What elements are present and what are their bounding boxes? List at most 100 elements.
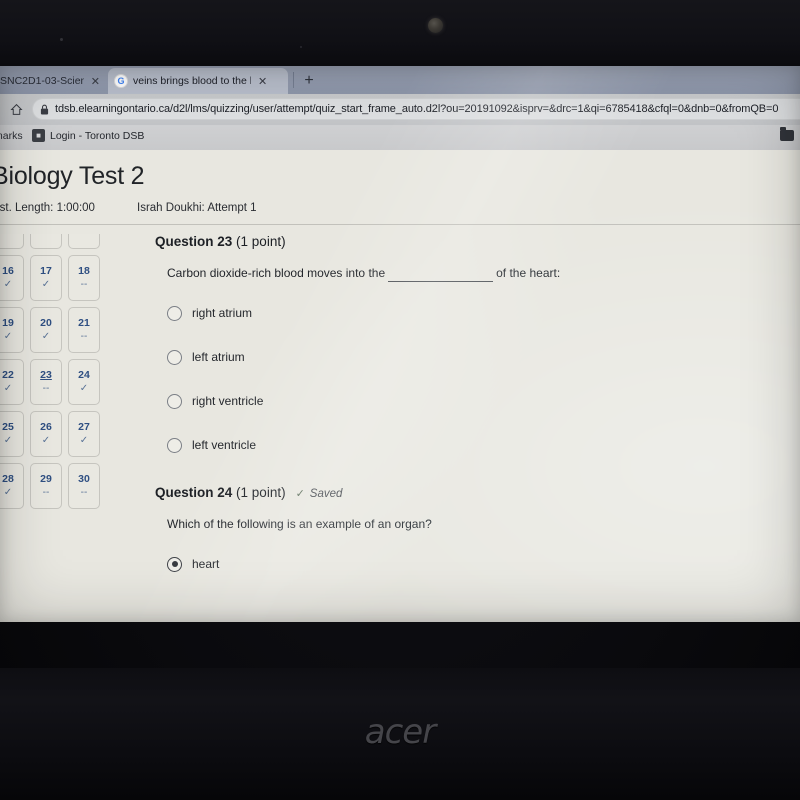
question-grid-row [0,234,102,249]
webcam-lens [428,18,443,33]
browser-tab-active[interactable]: G veins brings blood to the heart w ✕ [108,68,288,94]
question-status: ✓ [41,278,51,290]
question-cell-16[interactable]: 16 ✓ [0,255,24,301]
question-cell-30[interactable]: 30 -- [68,463,100,509]
page-title: Biology Test 2 [0,162,145,190]
question-cell-19[interactable]: 19 ✓ [0,307,24,353]
question-number: 17 [40,265,52,278]
question-number: 23 [40,369,52,382]
header-divider [0,224,800,225]
quiz-est-length: Est. Length: 1:00:00 [0,202,95,214]
bookmark-site-icon: ■ [32,129,45,142]
question-status: ✓ [79,434,89,446]
tab-title: veins brings blood to the heart w [133,75,251,87]
new-tab-button[interactable]: + [298,70,320,92]
tab-divider [293,72,294,88]
question-cell-23-current[interactable]: 23 -- [30,359,62,405]
option-right-ventricle[interactable]: right ventricle [167,389,800,413]
question-number-label: Question 23 [155,234,233,249]
radio-icon[interactable] [167,349,182,365]
question-number-grid: 16 ✓ 17 ✓ 18 -- 19 ✓ 20 ✓ 21 -- 22 ✓ 23 … [0,234,102,515]
question-points: (1 point) [236,234,286,249]
question-content: Question 23 (1 point) Carbon dioxide-ric… [143,234,800,596]
question-cell-26[interactable]: 26 ✓ [30,411,62,457]
bookmark-folder-icon[interactable] [780,127,794,141]
browser-tab-inactive[interactable]: SNC2D1-03-Science-El ✕ [0,68,106,94]
bookmarks-label: marks [0,130,23,142]
radio-icon-selected[interactable] [167,556,182,572]
lock-icon [40,104,49,114]
question-cell-22[interactable]: 22 ✓ [0,359,24,405]
bookmarks-bar: marks ■ Login - Toronto DSB [0,125,800,151]
radio-icon[interactable] [167,437,182,453]
answer-blank [388,269,494,282]
tab-title: SNC2D1-03-Science-El [0,75,84,87]
question-status: ✓ [3,434,13,446]
question-status: ✓ [3,382,13,394]
option-left-ventricle[interactable]: left ventricle [167,433,800,457]
tab-close-icon[interactable]: ✕ [258,75,267,88]
question-status: ✓ [3,330,13,342]
question-grid-row: 19 ✓ 20 ✓ 21 -- [0,307,102,353]
question-status: -- [42,382,50,394]
tab-close-icon[interactable]: ✕ [91,75,100,88]
question-number: 19 [2,317,14,330]
question-cell-18[interactable]: 18 -- [68,255,100,301]
question-number: 29 [40,473,52,486]
radio-icon[interactable] [167,393,182,409]
question-grid-row: 28 ✓ 29 -- 30 -- [0,463,102,509]
question-cell-29[interactable]: 29 -- [30,463,62,509]
google-g-icon: G [114,74,128,88]
saved-label: Saved [309,487,343,500]
question-cell[interactable] [30,234,62,249]
laptop-photo: SNC2D1-03-Science-El ✕ G veins brings bl… [0,0,800,800]
option-heart-wrapper: heart [143,546,800,579]
browser-toolbar: tdsb.elearningontario.ca/d2l/lms/quizzin… [0,94,800,125]
question-cell-21[interactable]: 21 -- [68,307,100,353]
bookmark-login-toronto-dsb[interactable]: ■ Login - Toronto DSB [32,129,144,142]
bookmark-label: Login - Toronto DSB [50,129,145,142]
question-23-text: Carbon dioxide-rich blood moves into the… [167,264,800,282]
question-grid-row: 22 ✓ 23 -- 24 ✓ [0,359,102,405]
question-23-header: Question 23 (1 point) [155,234,800,249]
home-icon[interactable] [6,99,26,119]
question-number: 24 [78,369,90,382]
url-text: tdsb.elearningontario.ca/d2l/lms/quizzin… [55,103,779,115]
question-grid-row: 16 ✓ 17 ✓ 18 -- [0,255,102,301]
question-status: ✓ [3,486,13,498]
option-label: right atrium [192,306,253,320]
question-number: 20 [40,317,52,330]
question-status: ✓ [41,330,51,342]
question-cell-27[interactable]: 27 ✓ [68,411,100,457]
quiz-attempt-info: Israh Doukhi: Attempt 1 [137,202,257,214]
question-cell-17[interactable]: 17 ✓ [30,255,62,301]
question-status: ✓ [41,434,51,446]
question-cell-28[interactable]: 28 ✓ [0,463,24,509]
acer-logo: acer [364,712,436,752]
radio-icon[interactable] [167,305,182,321]
question-text-before: Carbon dioxide-rich blood moves into the [167,266,386,280]
option-label: left ventricle [192,438,257,452]
laptop-top-bezel [0,0,800,66]
question-status: ✓ [79,382,89,394]
question-points: (1 point) [236,485,286,500]
question-number: 16 [2,265,14,278]
question-number: 25 [2,421,14,434]
question-status: -- [80,278,88,290]
option-left-atrium[interactable]: left atrium [167,345,800,369]
question-24-text: Which of the following is an example of … [167,517,432,531]
address-bar[interactable]: tdsb.elearningontario.ca/d2l/lms/quizzin… [32,98,800,120]
option-right-atrium[interactable]: right atrium [167,301,800,325]
option-label: left atrium [192,350,245,364]
question-cell[interactable] [0,234,24,249]
saved-status: ✓ Saved [296,487,343,501]
quiz-page: Biology Test 2 Est. Length: 1:00:00 Isra… [0,150,800,622]
question-cell-25[interactable]: 25 ✓ [0,411,24,457]
question-cell-20[interactable]: 20 ✓ [30,307,62,353]
question-cell-24[interactable]: 24 ✓ [68,359,100,405]
option-heart[interactable]: heart [167,552,800,576]
question-text-after: of the heart: [496,266,561,280]
question-24-header: Question 24 (1 point) ✓ Saved [155,485,800,500]
question-cell[interactable] [68,234,100,249]
question-status: -- [42,486,50,498]
